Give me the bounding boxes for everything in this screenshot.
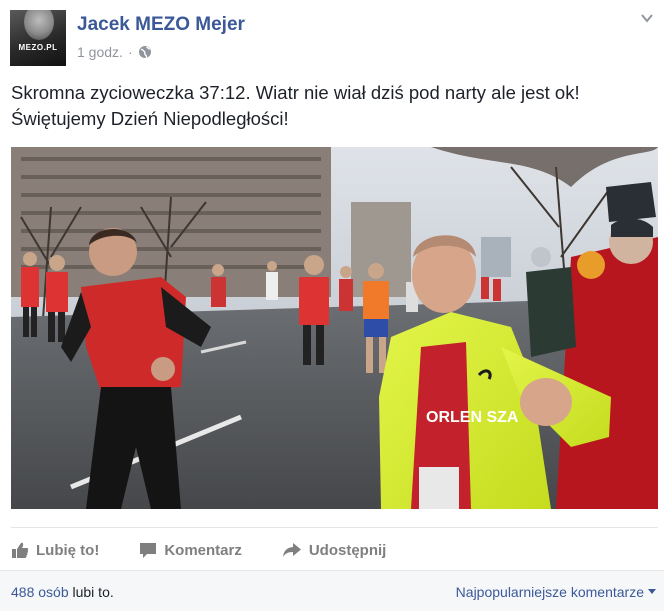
share-label: Udostępnij — [308, 541, 387, 559]
likes-summary[interactable]: 488 osób lubi to. — [11, 584, 114, 600]
avatar-face — [24, 10, 54, 40]
comment-icon — [140, 543, 157, 558]
comment-label: Komentarz — [164, 541, 242, 559]
like-button[interactable]: Lubię to! — [11, 541, 99, 559]
post-timestamp[interactable]: 1 godz. — [77, 44, 123, 60]
facebook-post: MEZO.PL Jacek MEZO Mejer 1 godz. · Skrom… — [0, 0, 664, 611]
avatar-tag: MEZO.PL — [18, 43, 58, 52]
post-actions: Lubię to! Komentarz Udostępnij — [11, 538, 426, 562]
post-meta: 1 godz. · — [77, 44, 152, 60]
actions-divider — [11, 527, 658, 528]
post-photo[interactable]: ORLEN SZA — [11, 147, 658, 509]
globe-icon[interactable] — [138, 45, 152, 59]
chevron-down-icon[interactable] — [641, 13, 653, 23]
comment-button[interactable]: Komentarz — [139, 541, 242, 559]
comments-sort-dropdown[interactable]: Najpopularniejsze komentarze — [456, 584, 656, 600]
author-avatar[interactable]: MEZO.PL — [10, 10, 66, 66]
thumbs-up-icon — [12, 542, 29, 558]
share-button[interactable]: Udostępnij — [282, 541, 387, 559]
likes-count[interactable]: 488 osób — [11, 584, 69, 600]
like-label: Lubię to! — [36, 541, 100, 559]
bib-text: ORLEN SZA — [426, 409, 519, 426]
post-text: Skromna zycioweczka 37:12. Wiatr nie wia… — [11, 80, 651, 132]
caret-down-icon — [648, 589, 656, 594]
share-arrow-icon — [282, 543, 301, 557]
likes-suffix: lubi to. — [72, 584, 114, 600]
marathon-photo: ORLEN SZA — [11, 147, 658, 509]
author-name[interactable]: Jacek MEZO Mejer — [77, 14, 245, 36]
post-text-line: Świętujemy Dzień Niepodległości! — [11, 108, 289, 129]
meta-separator: · — [127, 44, 133, 60]
sort-label: Najpopularniejsze komentarze — [455, 584, 644, 600]
post-text-line: Skromna zycioweczka 37:12. Wiatr nie wia… — [11, 82, 580, 103]
post-footer: 488 osób lubi to. Najpopularniejsze kome… — [0, 570, 664, 611]
